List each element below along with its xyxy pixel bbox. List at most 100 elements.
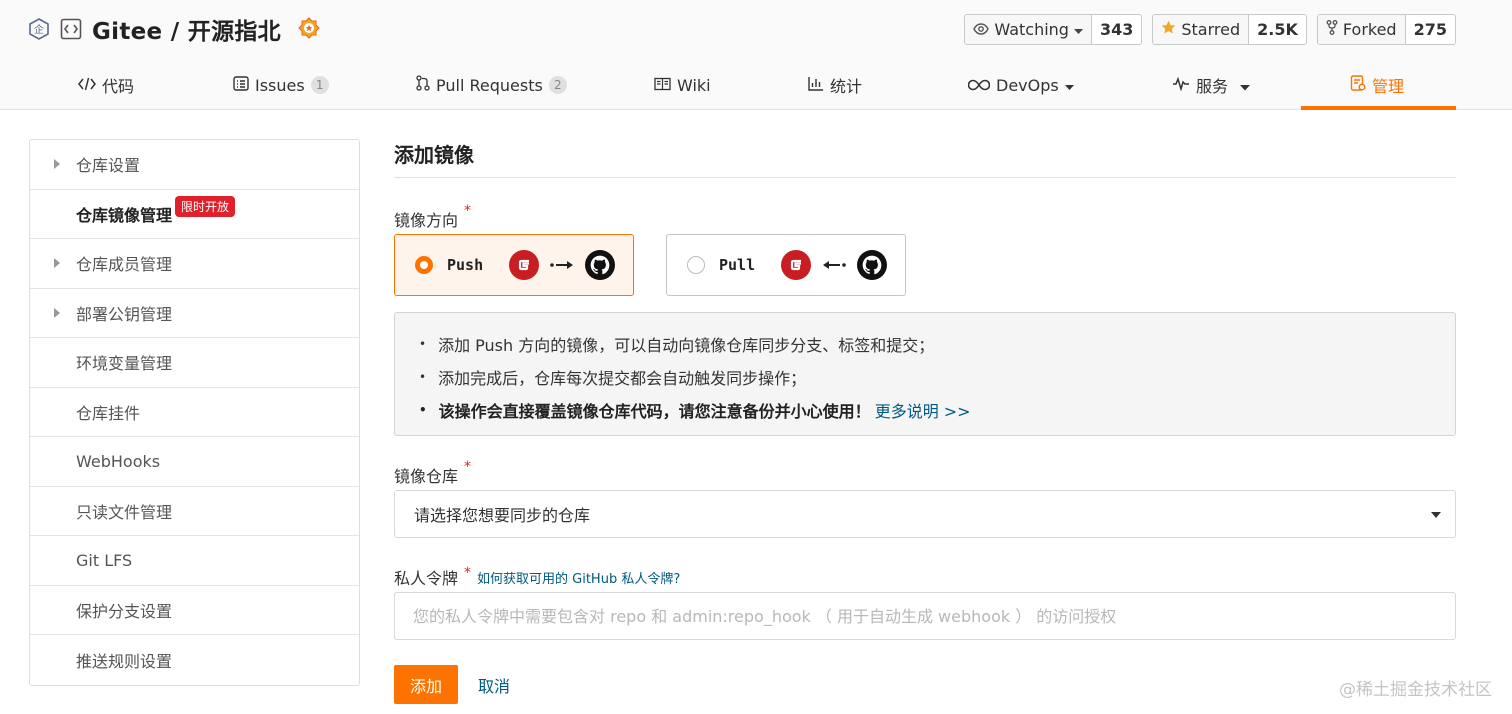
direction-push-option[interactable]: Push — [394, 234, 634, 296]
bar-chart-icon — [808, 76, 824, 95]
sidebar-item-label: WebHooks — [76, 451, 161, 471]
book-icon — [654, 76, 671, 95]
chevron-down-icon — [1240, 76, 1251, 95]
tab-label: 管理 — [1372, 77, 1405, 96]
tab-label: 服务 — [1196, 77, 1229, 96]
star-button[interactable]: Starred 2.5K — [1152, 14, 1307, 45]
fork-icon — [1326, 20, 1338, 39]
pull-radio[interactable] — [687, 256, 705, 274]
sidebar-item-git-lfs[interactable]: Git LFS — [30, 536, 359, 586]
page-title: 添加镜像 — [394, 139, 1456, 178]
info-line: • 添加完成后，仓库每次提交都会自动触发同步操作； — [419, 368, 807, 388]
direction-options: Push Pull — [394, 234, 906, 296]
tab-label: 统计 — [830, 77, 863, 96]
star-icon — [1161, 20, 1176, 39]
star-label: Starred — [1181, 20, 1241, 39]
direction-pull-option[interactable]: Pull — [666, 234, 906, 296]
repo-title: 企 Gitee / 开源指北 — [28, 12, 321, 46]
tab-wiki[interactable]: Wiki — [654, 60, 711, 110]
repo-name[interactable]: Gitee / 开源指北 — [92, 12, 281, 46]
sidebar-item-label: 保护分支设置 — [76, 601, 173, 621]
repo-label: 镜像仓库 — [394, 467, 459, 486]
sidebar-item-widgets[interactable]: 仓库挂件 — [30, 388, 359, 437]
sidebar-item-push-rules[interactable]: 推送规则设置 — [30, 635, 359, 685]
info-line: • 添加 Push 方向的镜像，可以自动向镜像仓库同步分支、标签和提交； — [419, 335, 935, 355]
watch-label: Watching — [994, 20, 1069, 39]
sidebar-item-readonly-files[interactable]: 只读文件管理 — [30, 487, 359, 536]
sidebar-item-label: 仓库设置 — [76, 156, 141, 176]
pulse-icon — [1172, 76, 1190, 95]
sidebar-item-env-vars[interactable]: 环境变量管理 — [30, 338, 359, 388]
github-logo-icon — [585, 250, 615, 280]
eye-icon — [973, 20, 990, 39]
more-info-link[interactable]: 更多说明 >> — [875, 398, 971, 422]
limited-open-badge: 限时开放 — [175, 195, 236, 217]
code-icon — [78, 76, 96, 95]
sidebar-item-label: Git LFS — [76, 550, 133, 570]
github-logo-icon — [857, 250, 887, 280]
watch-count[interactable]: 343 — [1092, 15, 1141, 44]
fork-count[interactable]: 275 — [1406, 15, 1455, 44]
sidebar-item-protected-branches[interactable]: 保护分支设置 — [30, 586, 359, 635]
direction-label-row: 镜像方向 * — [394, 203, 471, 231]
required-marker: * — [464, 459, 472, 475]
watermark: @稀土掘金技术社区 — [1339, 680, 1492, 700]
sidebar-item-label: 仓库挂件 — [76, 403, 141, 423]
sidebar-item-label: 环境变量管理 — [76, 354, 173, 374]
tab-pull-requests[interactable]: Pull Requests 2 — [416, 60, 567, 110]
tab-issues[interactable]: Issues 1 — [233, 60, 329, 110]
pull-label: Pull — [719, 256, 756, 274]
tab-services[interactable]: 服务 — [1172, 60, 1251, 110]
issues-count-badge: 1 — [310, 76, 329, 94]
gitee-logo-icon — [509, 250, 539, 280]
star-count[interactable]: 2.5K — [1249, 15, 1306, 44]
direction-label: 镜像方向 — [394, 211, 459, 230]
mirror-repo-select[interactable]: 请选择您想要同步的仓库 — [394, 490, 1456, 538]
push-label: Push — [447, 256, 484, 274]
repo-header: 企 Gitee / 开源指北 Watching 343 Starred 2.5K — [0, 0, 1512, 110]
cancel-button[interactable]: 取消 — [478, 665, 510, 704]
tab-code[interactable]: 代码 — [78, 60, 134, 110]
repo-label-row: 镜像仓库 * — [394, 459, 471, 487]
sidebar-item-mirror-manage[interactable]: 仓库镜像管理 限时开放 — [30, 190, 359, 239]
active-tab-indicator — [1301, 106, 1456, 110]
push-radio[interactable] — [415, 256, 433, 274]
sidebar-item-label: 仓库成员管理 — [76, 255, 173, 275]
tab-stats[interactable]: 统计 — [808, 60, 862, 110]
repo-code-icon — [60, 18, 82, 40]
token-input[interactable] — [394, 592, 1456, 640]
sidebar-item-members[interactable]: 仓库成员管理 — [30, 239, 359, 289]
sidebar-item-repo-settings[interactable]: 仓库设置 — [30, 140, 359, 190]
repo-actions: Watching 343 Starred 2.5K Forked 275 — [964, 14, 1456, 45]
caret-right-icon — [54, 258, 60, 269]
token-label: 私人令牌 — [394, 569, 459, 588]
pull-request-icon — [416, 75, 430, 95]
enterprise-icon: 企 — [28, 18, 50, 40]
sidebar-item-webhooks[interactable]: WebHooks — [30, 437, 359, 487]
repo-tabs: 代码 Issues 1 Pull Requests 2 Wiki 统计 DevO… — [0, 60, 1512, 110]
svg-text:企: 企 — [34, 23, 44, 36]
sidebar-item-label: 仓库镜像管理 — [76, 205, 173, 225]
watch-button[interactable]: Watching 343 — [964, 14, 1143, 45]
fork-label: Forked — [1342, 20, 1397, 39]
add-button[interactable]: 添加 — [394, 665, 458, 704]
sidebar-item-deploy-keys[interactable]: 部署公钥管理 — [30, 289, 359, 338]
mirror-info-box: • 添加 Push 方向的镜像，可以自动向镜像仓库同步分支、标签和提交； • 添加完… — [394, 312, 1456, 436]
select-text: 请选择您想要同步的仓库 — [414, 506, 591, 525]
sidebar-item-label: 部署公钥管理 — [76, 304, 173, 324]
token-help-link[interactable]: 如何获取可用的 GitHub 私人令牌? — [477, 568, 680, 587]
chevron-down-icon — [1073, 20, 1083, 39]
tab-manage[interactable]: 管理 — [1350, 60, 1404, 110]
arrow-left-icon — [821, 259, 847, 271]
settings-sidebar: 仓库设置 仓库镜像管理 限时开放 仓库成员管理 部署公钥管理 环境变量管理 仓库挂… — [29, 139, 360, 686]
tab-label: Pull Requests — [436, 75, 543, 95]
gvp-badge-icon[interactable] — [297, 17, 321, 41]
tab-label: Issues — [255, 75, 305, 95]
infinity-icon — [967, 76, 991, 95]
arrow-right-icon — [549, 259, 575, 271]
fork-button[interactable]: Forked 275 — [1316, 14, 1456, 45]
mirror-form: 添加镜像 镜像方向 * Push Pull • 添加 Push 方向的镜像，可以自动… — [394, 139, 1456, 704]
tab-devops[interactable]: DevOps — [967, 60, 1074, 110]
settings-doc-icon — [1350, 75, 1366, 95]
sidebar-item-label: 只读文件管理 — [76, 502, 173, 522]
